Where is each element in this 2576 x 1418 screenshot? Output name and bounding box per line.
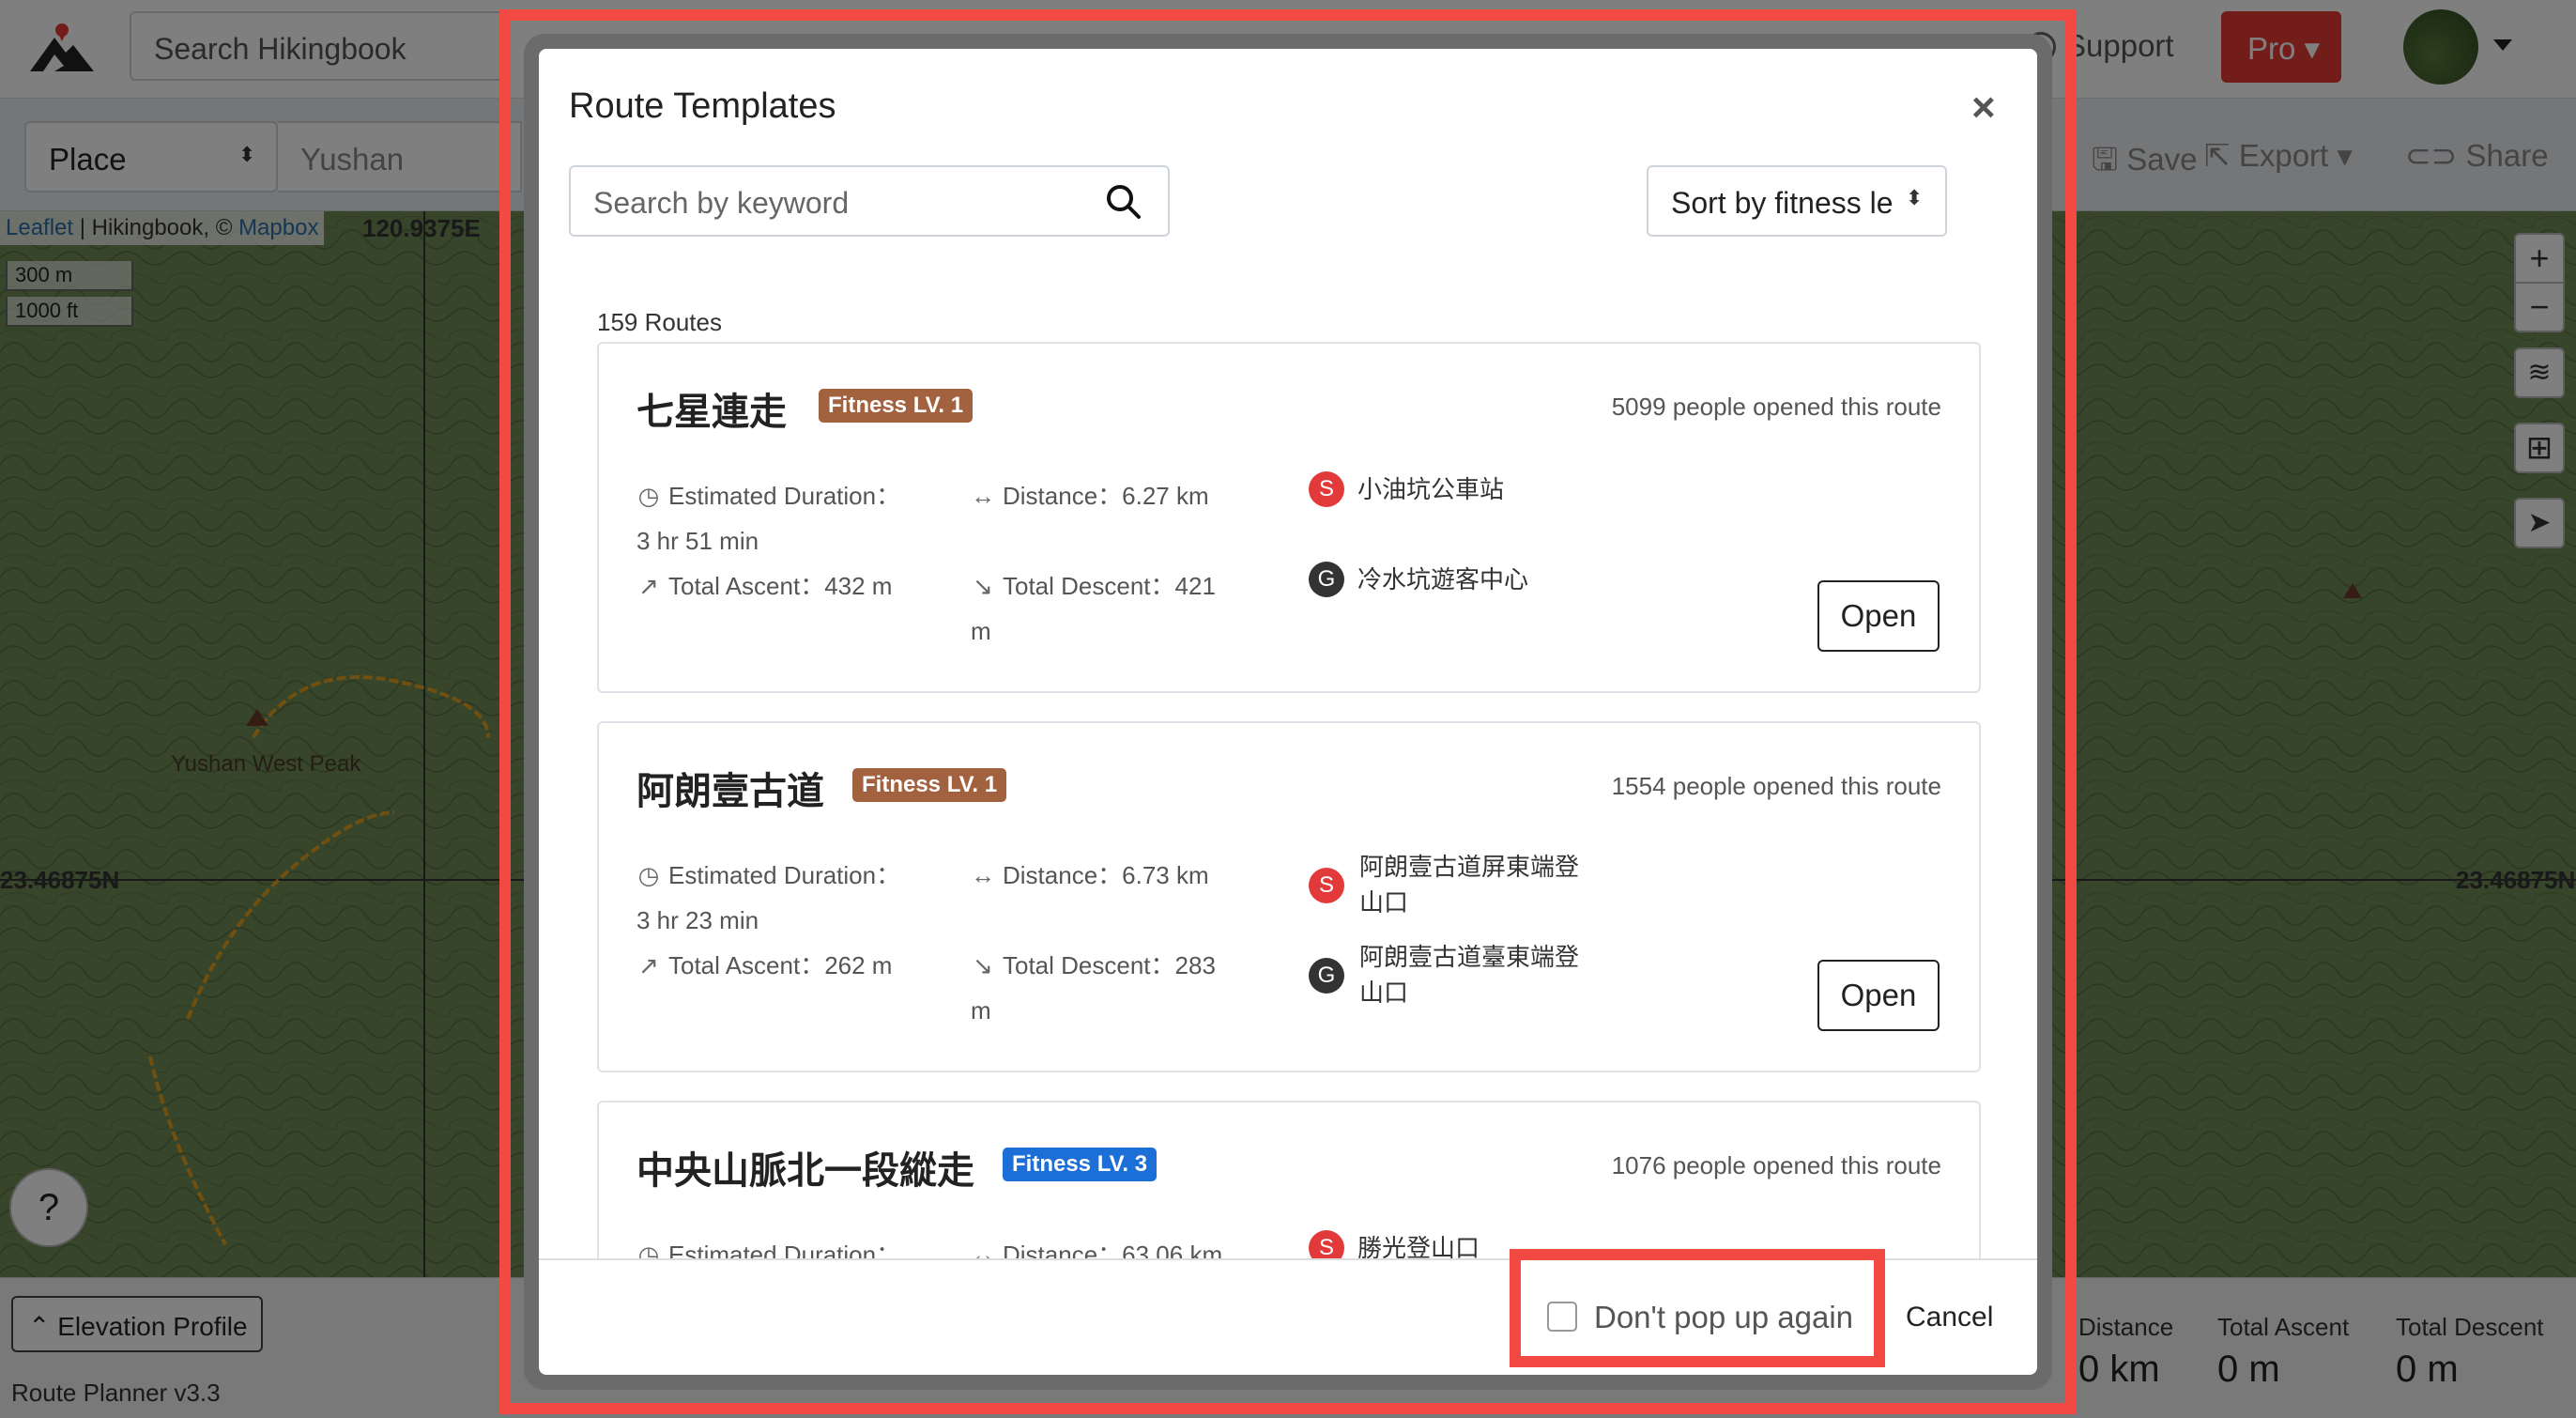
distance-icon: ↔ <box>971 1241 995 1258</box>
opened-count: 1554 people opened this route <box>1611 772 1941 800</box>
ascent-icon: ↗ <box>638 951 659 979</box>
open-route-button[interactable]: Open <box>1817 960 1940 1031</box>
dont-popup-checkbox[interactable] <box>1547 1302 1577 1332</box>
close-icon[interactable]: × <box>1971 85 1996 131</box>
route-title[interactable]: 阿朗壹古道 <box>636 761 824 815</box>
start-location: 小油坑公車站 <box>1357 475 1505 503</box>
start-location: 阿朗壹古道屏東端登 山口 <box>1359 849 1579 920</box>
select-arrows-icon: ⬍ <box>1906 186 1924 209</box>
keyword-search-input[interactable]: Search by keyword <box>569 165 1170 237</box>
start-location-line2: 山口 <box>1359 888 1409 917</box>
goal-pin-icon: G <box>1309 958 1344 994</box>
duration-block: ◷ Estimated Duration： 3 hr 51 min ↗ Total As… <box>636 473 900 609</box>
fitness-badge: Fitness LV. 1 <box>852 768 1007 802</box>
start-location: 勝光登山口 <box>1357 1234 1480 1258</box>
sort-select[interactable]: Sort by fitness le <box>1647 165 1947 237</box>
clock-icon: ◷ <box>637 1241 660 1258</box>
distance-icon: ↔ <box>971 861 995 889</box>
duration-label: Estimated Duration： <box>668 1241 901 1258</box>
goal-location-line2: 山口 <box>1359 979 1409 1007</box>
descent-icon: ↘ <box>973 572 993 600</box>
ascent-value: Total Ascent：432 m <box>668 572 893 600</box>
duration-label: Estimated Duration： <box>668 861 901 889</box>
descent-value: Total Descent：283 <box>1003 951 1216 979</box>
opened-count: 5099 people opened this route <box>1611 393 1941 421</box>
start-location-line1: 阿朗壹古道屏東端登 <box>1359 853 1580 881</box>
clock-icon: ◷ <box>637 482 660 510</box>
descent-unit: m <box>971 617 991 645</box>
route-title[interactable]: 中央山脈北一段縱走 <box>636 1140 974 1195</box>
opened-count: 1076 people opened this route <box>1611 1151 1941 1179</box>
dont-popup-label[interactable]: Don't pop up again <box>1594 1300 1853 1335</box>
fitness-badge: Fitness LV. 3 <box>1003 1148 1158 1181</box>
cancel-button[interactable]: Cancel <box>1906 1302 1993 1333</box>
duration-block: ◷ Estimated Duration： <box>636 1232 900 1258</box>
route-card: 阿朗壹古道 Fitness LV. 1 1554 people opened t… <box>597 721 1981 1072</box>
clock-icon: ◷ <box>637 861 660 889</box>
ascent-value: Total Ascent：262 m <box>668 951 893 979</box>
fitness-badge: Fitness LV. 1 <box>819 389 974 423</box>
distance-value: Distance：63.06 km <box>1003 1241 1223 1258</box>
distance-value: Distance：6.73 km <box>1003 861 1209 889</box>
distance-block: ↔ Distance：6.27 km ↘ Total Descent：421 m <box>971 473 1216 654</box>
ascent-icon: ↗ <box>638 572 659 600</box>
duration-label: Estimated Duration： <box>668 482 901 510</box>
goal-location: 阿朗壹古道臺東端登 山口 <box>1359 939 1579 1010</box>
route-count: 159 Routes <box>597 308 722 336</box>
duration-value: 3 hr 51 min <box>636 527 759 555</box>
start-pin-icon: S <box>1309 1230 1344 1258</box>
distance-block: ↔ Distance：6.73 km ↘ Total Descent：283 m <box>971 853 1216 1033</box>
descent-value: Total Descent：421 <box>1003 572 1216 600</box>
descent-unit: m <box>971 996 991 1025</box>
route-title[interactable]: 七星連走 <box>636 381 787 436</box>
goal-location: 冷水坑遊客中心 <box>1357 565 1529 593</box>
goal-pin-icon: G <box>1309 562 1344 597</box>
descent-icon: ↘ <box>973 951 993 979</box>
modal-title: Route Templates <box>569 86 836 126</box>
route-list[interactable]: 七星連走 Fitness LV. 1 5099 people opened th… <box>539 338 2037 1258</box>
duration-block: ◷ Estimated Duration： 3 hr 23 min ↗ Total As… <box>636 853 900 988</box>
distance-block: ↔ Distance：63.06 km <box>971 1232 1222 1258</box>
goal-location-line1: 阿朗壹古道臺東端登 <box>1359 943 1580 971</box>
open-route-button[interactable]: Open <box>1817 580 1940 652</box>
distance-icon: ↔ <box>971 482 995 510</box>
search-icon[interactable] <box>1104 182 1142 220</box>
start-pin-icon: S <box>1309 868 1344 903</box>
duration-value: 3 hr 23 min <box>636 906 759 934</box>
start-pin-icon: S <box>1309 471 1344 507</box>
route-card: 七星連走 Fitness LV. 1 5099 people opened th… <box>597 342 1981 693</box>
distance-value: Distance：6.27 km <box>1003 482 1209 510</box>
route-card: 中央山脈北一段縱走 Fitness LV. 3 1076 people open… <box>597 1101 1981 1258</box>
